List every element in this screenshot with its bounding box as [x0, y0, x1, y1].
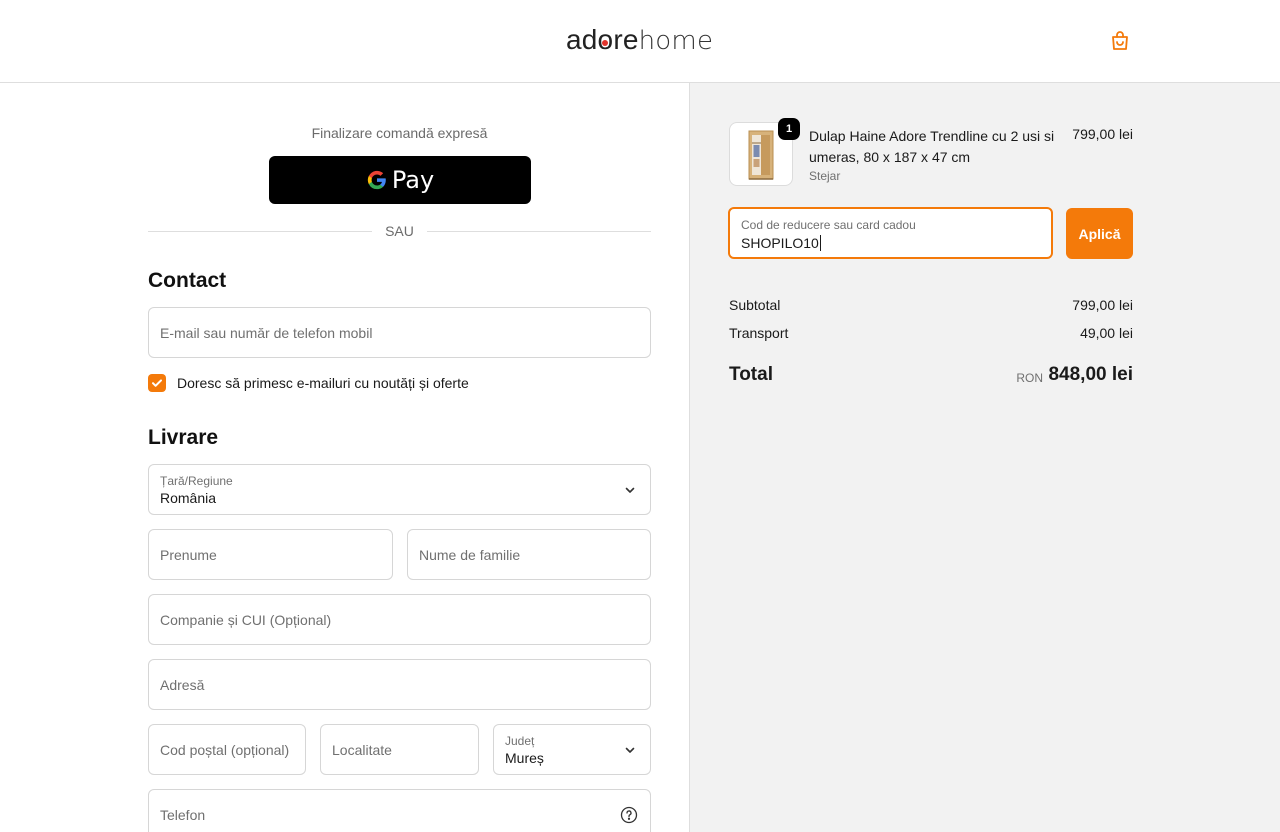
postal-code-placeholder: Cod poștal (opțional)	[160, 741, 290, 758]
discount-code-value: SHOPILO10	[741, 235, 821, 251]
checkout-form: Finalizare comandă expresă Pay SAU Conta…	[0, 83, 689, 832]
first-name-field[interactable]: Prenume	[148, 529, 393, 580]
order-summary: 1 Dulap Haine Adore Trendline cu 2 usi s…	[689, 83, 1280, 832]
company-placeholder: Companie și CUI (Opțional)	[160, 611, 332, 628]
subtotal-label: Subtotal	[729, 297, 781, 313]
email-placeholder: E-mail sau număr de telefon mobil	[160, 324, 373, 341]
postal-code-field[interactable]: Cod poștal (opțional)	[148, 724, 306, 775]
address-placeholder: Adresă	[160, 676, 205, 693]
chevron-down-icon	[625, 487, 635, 493]
discount-code-label: Cod de reducere sau card cadou	[741, 218, 916, 232]
shipping-row: Transport 49,00 lei	[729, 325, 1133, 341]
logo-part-adore: adore	[566, 24, 639, 55]
header: adorehome	[0, 0, 1280, 83]
city-field[interactable]: Localitate	[320, 724, 479, 775]
subtotal-value: 799,00 lei	[1072, 297, 1133, 313]
country-label: Țară/Regiune	[160, 474, 233, 488]
country-value: România	[160, 490, 217, 506]
address-field[interactable]: Adresă	[148, 659, 651, 710]
google-pay-label: Pay	[391, 166, 435, 194]
product-price: 799,00 lei	[1072, 126, 1133, 142]
contact-heading: Contact	[148, 269, 227, 292]
google-pay-button[interactable]: Pay	[269, 156, 531, 204]
newsletter-label: Doresc să primesc e-mailuri cu noutăți ș…	[177, 375, 469, 391]
county-select[interactable]: Județ Mureș	[493, 724, 651, 775]
phone-field[interactable]: Telefon	[148, 789, 651, 832]
total-label: Total	[729, 364, 773, 385]
last-name-placeholder: Nume de familie	[419, 546, 521, 563]
chevron-down-icon	[625, 747, 635, 753]
or-divider: SAU	[148, 223, 651, 241]
county-value: Mureș	[505, 750, 544, 766]
discount-code-field[interactable]: Cod de reducere sau card cadou SHOPILO10	[728, 207, 1053, 259]
google-g-icon	[367, 170, 386, 190]
delivery-heading: Livrare	[148, 426, 219, 449]
cart-item: 1 Dulap Haine Adore Trendline cu 2 usi s…	[729, 118, 1133, 186]
first-name-placeholder: Prenume	[160, 546, 217, 563]
email-field[interactable]: E-mail sau număr de telefon mobil	[148, 307, 651, 358]
logo-part-home: home	[638, 26, 714, 56]
express-checkout-title: Finalizare comandă expresă	[311, 125, 488, 141]
quantity-badge: 1	[778, 118, 800, 140]
subtotal-row: Subtotal 799,00 lei	[729, 297, 1133, 313]
logo[interactable]: adorehome	[566, 24, 713, 56]
help-circle-icon[interactable]	[620, 806, 638, 824]
company-field[interactable]: Companie și CUI (Opțional)	[148, 594, 651, 645]
phone-placeholder: Telefon	[160, 806, 206, 823]
shopping-bag-icon[interactable]	[1108, 29, 1132, 53]
country-select[interactable]: Țară/Regiune România	[148, 464, 651, 515]
total-row: Total RON 848,00 lei	[729, 364, 1133, 390]
total-currency: RON	[1016, 371, 1043, 385]
logo-dot: o	[597, 24, 614, 55]
shipping-value: 49,00 lei	[1080, 325, 1133, 341]
check-icon	[152, 379, 162, 387]
apply-discount-button[interactable]: Aplică	[1066, 208, 1133, 259]
total-value: 848,00 lei	[1048, 364, 1133, 385]
county-label: Județ	[505, 734, 535, 748]
newsletter-row[interactable]: Doresc să primesc e-mailuri cu noutăți ș…	[148, 373, 469, 393]
shipping-label: Transport	[729, 325, 789, 341]
product-variant: Stejar	[809, 169, 841, 183]
newsletter-checkbox[interactable]	[148, 374, 166, 392]
product-name: Dulap Haine Adore Trendline cu 2 usi si …	[809, 128, 1055, 165]
city-placeholder: Localitate	[332, 741, 392, 758]
last-name-field[interactable]: Nume de familie	[407, 529, 651, 580]
